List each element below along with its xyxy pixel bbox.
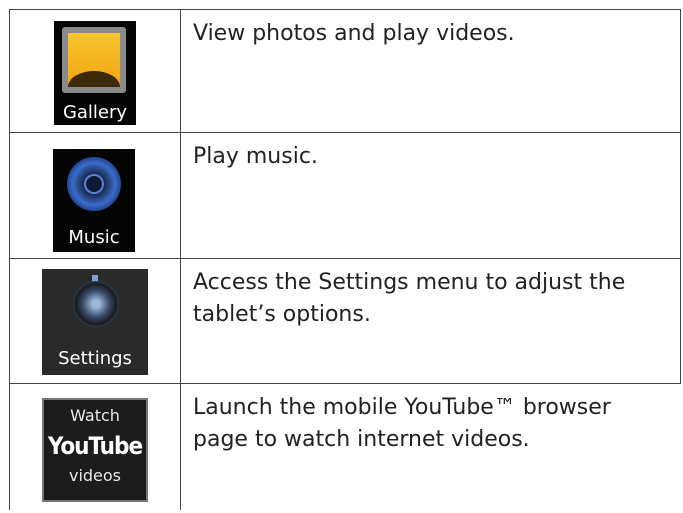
- app-table: Gallery View photos and play videos. Mus…: [9, 9, 681, 510]
- icon-cell: Gallery: [9, 10, 181, 132]
- tile-label-brand: YouTube: [47, 432, 143, 460]
- tile-label: Gallery: [62, 102, 128, 123]
- music-icon: Music: [53, 149, 135, 252]
- icon-cell: Watch YouTube videos: [9, 384, 181, 510]
- table-row: Music Play music.: [9, 132, 681, 258]
- tile-label-bottom: videos: [68, 466, 122, 485]
- settings-icon: Settings: [42, 269, 148, 375]
- description: Play music.: [181, 133, 681, 258]
- table-row: Watch YouTube videos Launch the mobile Y…: [9, 383, 681, 510]
- tile-label-top: Watch: [70, 406, 120, 425]
- icon-cell: Music: [9, 133, 181, 258]
- youtube-icon: Watch YouTube videos: [42, 398, 148, 502]
- table-row: Settings Access the Settings menu to adj…: [9, 258, 681, 383]
- tile-label: Music: [68, 227, 120, 248]
- description: View photos and play videos.: [181, 10, 681, 132]
- icon-cell: Settings: [9, 259, 181, 383]
- description: Access the Settings menu to adjust the t…: [181, 259, 681, 383]
- description: Launch the mobile YouTube™ browser page …: [193, 395, 611, 452]
- gallery-icon: Gallery: [54, 21, 136, 125]
- table-row: Gallery View photos and play videos.: [9, 9, 681, 132]
- tile-label: Settings: [58, 348, 132, 369]
